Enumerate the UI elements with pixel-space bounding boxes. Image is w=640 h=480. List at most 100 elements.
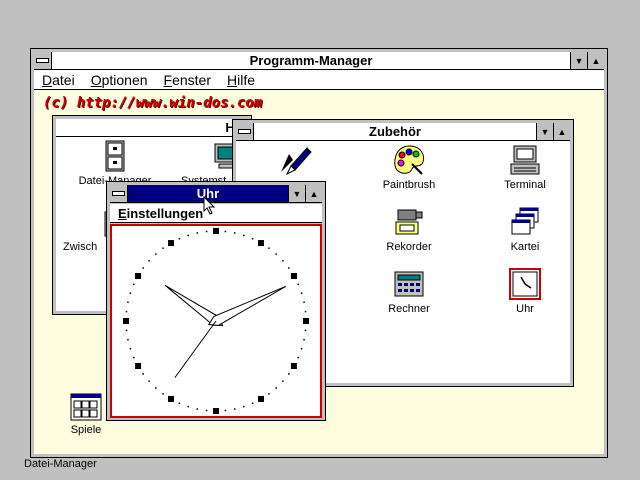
- icon-zwischenablage-label: Zwisch: [63, 241, 98, 253]
- hour-mark: [168, 395, 174, 402]
- menu-fenster[interactable]: Fenster: [164, 72, 211, 88]
- menu-einstellungen[interactable]: Einstellungen: [118, 206, 203, 221]
- icon-paintbrush[interactable]: Paintbrush: [369, 144, 449, 191]
- zubehoer-title: Zubehör: [369, 124, 421, 139]
- clock-face-container: [110, 224, 322, 418]
- minute-mark: [282, 380, 284, 382]
- haupt-title: Ha: [56, 120, 244, 135]
- hour-mark: [258, 240, 264, 247]
- minute-mark: [142, 373, 144, 375]
- icon-rechner[interactable]: Rechner: [369, 268, 449, 315]
- minute-mark: [129, 292, 132, 294]
- minute-mark: [303, 301, 305, 304]
- minute-mark: [125, 310, 128, 313]
- minute-mark: [127, 338, 129, 341]
- minute-mark: [133, 283, 135, 286]
- minute-mark: [303, 338, 305, 341]
- hour-mark: [258, 395, 264, 402]
- hour-mark: [135, 363, 142, 369]
- zubehoer-maximize-button[interactable]: ▲: [553, 123, 570, 140]
- minute-mark: [133, 356, 135, 359]
- minute-mark: [288, 373, 290, 375]
- hour-mark: [135, 273, 142, 279]
- minute-mark: [233, 232, 236, 234]
- minute-mark: [300, 292, 303, 294]
- minute-mark: [187, 405, 189, 408]
- cardfile-icon: [511, 207, 539, 235]
- hour-mark: [290, 273, 297, 279]
- write-icon[interactable]: [277, 144, 313, 176]
- program-manager-menubar: Datei Optionen Fenster Hilfe: [34, 71, 604, 90]
- hour-mark: [123, 318, 129, 324]
- icon-terminal[interactable]: Terminal: [485, 144, 565, 191]
- maximize-button[interactable]: ▲: [587, 52, 604, 69]
- minute-mark: [251, 402, 254, 404]
- minute-mark: [275, 253, 277, 255]
- minute-mark: [162, 247, 164, 249]
- menu-hilfe[interactable]: Hilfe: [227, 72, 255, 88]
- minimize-button[interactable]: ▼: [570, 52, 587, 69]
- uhr-maximize-button[interactable]: ▲: [305, 185, 322, 202]
- minute-mark: [125, 329, 128, 332]
- spiele-icon: [70, 393, 102, 421]
- zubehoer-minimize-button[interactable]: ▼: [536, 123, 553, 140]
- minute-mark: [148, 260, 150, 262]
- file-cabinet-icon: [105, 140, 125, 172]
- minute-mark: [155, 253, 157, 255]
- calculator-icon: [394, 271, 424, 297]
- minute-mark: [187, 234, 189, 237]
- minute-mark: [178, 402, 181, 404]
- minute-mark: [196, 408, 199, 410]
- minute-mark: [304, 329, 307, 332]
- minute-mark: [205, 230, 208, 233]
- uhr-system-menu-icon[interactable]: [110, 185, 128, 202]
- hour-mark: [303, 318, 309, 324]
- icon-paintbrush-label: Paintbrush: [382, 179, 436, 191]
- minute-mark: [297, 356, 299, 359]
- minute-mark: [129, 348, 132, 350]
- terminal-icon: [510, 145, 540, 175]
- minute-mark: [178, 238, 181, 240]
- minute-mark: [243, 405, 245, 408]
- icon-uhr[interactable]: Uhr: [485, 268, 565, 315]
- minute-mark: [275, 387, 277, 389]
- minute-mark: [205, 409, 208, 412]
- minute-mark: [268, 247, 270, 249]
- minute-mark: [300, 348, 303, 350]
- minute-mark: [243, 234, 245, 237]
- menu-datei[interactable]: Datei: [42, 72, 75, 88]
- icon-terminal-label: Terminal: [504, 179, 546, 191]
- minute-mark: [196, 232, 199, 234]
- minute-mark: [148, 380, 150, 382]
- icon-kartei[interactable]: Kartei: [485, 206, 565, 253]
- minute-mark: [142, 267, 144, 269]
- minute-mark: [224, 409, 227, 412]
- icon-uhr-label: Uhr: [516, 303, 534, 315]
- analog-clock: [123, 228, 309, 414]
- watermark: (c) http://www.win-dos.com: [43, 95, 263, 111]
- zubehoer-titlebar[interactable]: Zubehör ▼ ▲: [236, 123, 570, 141]
- program-manager-title: Programm-Manager: [249, 53, 373, 68]
- zubehoer-system-menu-icon[interactable]: [236, 123, 254, 140]
- menu-optionen[interactable]: Optionen: [91, 72, 148, 88]
- minute-mark: [233, 408, 236, 410]
- recorder-icon: [395, 209, 423, 235]
- hour-mark: [168, 240, 174, 247]
- icon-datei-manager[interactable]: Datei-Manager: [75, 140, 155, 187]
- minute-hand: [207, 285, 287, 326]
- system-menu-icon[interactable]: [34, 52, 52, 69]
- icon-rechner-label: Rechner: [388, 303, 430, 315]
- uhr-minimize-button[interactable]: ▼: [288, 185, 305, 202]
- hour-mark: [213, 228, 219, 234]
- program-manager-titlebar[interactable]: Programm-Manager ▼ ▲: [34, 52, 604, 70]
- minute-mark: [224, 230, 227, 233]
- icon-rekorder[interactable]: Rekorder: [369, 206, 449, 253]
- minute-mark: [304, 310, 307, 313]
- status-text: Datei-Manager: [24, 458, 97, 470]
- haupt-titlebar[interactable]: Ha: [56, 119, 248, 137]
- minute-mark: [251, 238, 254, 240]
- hour-mark: [290, 363, 297, 369]
- icon-spiele-label: Spiele: [70, 424, 102, 436]
- clock-icon: [509, 268, 541, 300]
- minute-mark: [282, 260, 284, 262]
